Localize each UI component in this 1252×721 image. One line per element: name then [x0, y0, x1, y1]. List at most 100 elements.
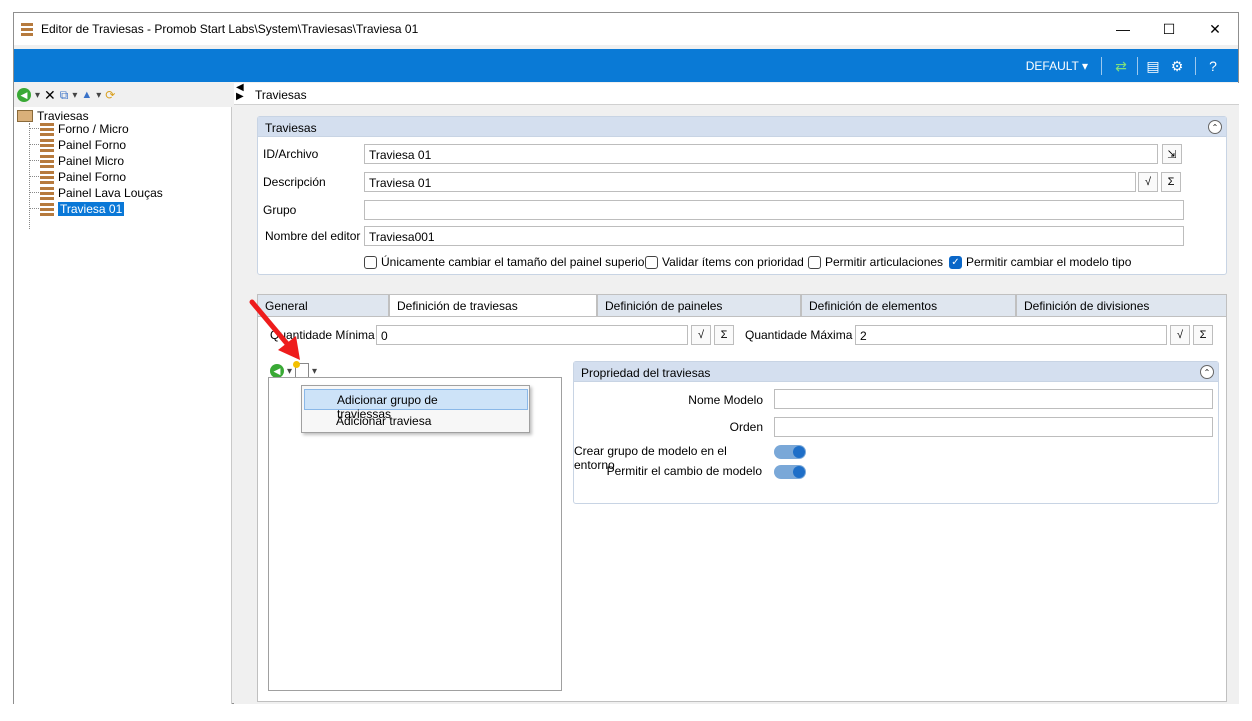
- maximize-button[interactable]: ☐: [1146, 13, 1192, 45]
- propriedad-group: Propriedad del traviesas ⌃ Nome Modelo O…: [573, 361, 1219, 504]
- pick-file-icon[interactable]: ⇲: [1162, 144, 1182, 164]
- tab-content: Quantidade Mínima 0 √ Σ Quantidade Máxim…: [257, 316, 1227, 702]
- copy-icon[interactable]: ⧉: [60, 88, 69, 103]
- collapse-up-icon[interactable]: ⌃: [1208, 120, 1222, 134]
- formula-icon[interactable]: √: [691, 325, 711, 345]
- toolbar-separator: [1101, 57, 1102, 75]
- back-icon[interactable]: ◀: [270, 364, 284, 378]
- back-icon[interactable]: ◀: [17, 88, 31, 102]
- group-title: Propriedad del traviesas: [581, 366, 711, 380]
- formula-icon[interactable]: √: [1138, 172, 1158, 192]
- tree-item[interactable]: Painel Forno: [40, 169, 126, 185]
- checkbox-box[interactable]: [364, 255, 377, 269]
- tree-item-label: Forno / Micro: [58, 122, 129, 136]
- grupo-input[interactable]: [364, 200, 1184, 220]
- checkbox-resize-upper[interactable]: Únicamente cambiar el tamaño del painel …: [364, 255, 648, 269]
- dropdown-arrow-icon[interactable]: ▾: [287, 366, 292, 377]
- group-title: Traviesas: [265, 121, 317, 135]
- crear-grupo-toggle[interactable]: [774, 445, 806, 459]
- traviesa-app-icon: [21, 22, 33, 36]
- permitir-cambio-toggle[interactable]: [774, 465, 806, 479]
- nombre-editor-input[interactable]: Traviesa001: [364, 226, 1184, 246]
- delete-icon[interactable]: ✕: [44, 87, 56, 104]
- checkbox-label: Validar ítems con prioridad: [662, 255, 804, 269]
- folder-refresh-icon[interactable]: ⟳: [105, 88, 115, 102]
- tree-item[interactable]: Painel Micro: [40, 153, 124, 169]
- dropdown-arrow-icon[interactable]: ▾: [96, 90, 101, 101]
- group-header: Traviesas ⌃: [258, 117, 1226, 137]
- traviesa-icon: [40, 138, 54, 152]
- tree-panel: ◀ ▾ ✕ ⧉ ▾ ▲ ▾ ⟳ Traviesas Forno / Micro: [14, 83, 232, 704]
- traviesa-icon: [40, 170, 54, 184]
- panel-header: ◀ ▶ Traviesas: [234, 83, 1239, 105]
- checkbox-label: Permitir articulaciones: [825, 255, 944, 269]
- tree-item-selected[interactable]: Traviesa 01: [40, 201, 125, 217]
- collapse-up-icon[interactable]: ⌃: [1200, 365, 1214, 379]
- refresh-icon[interactable]: ⇄: [1112, 57, 1130, 75]
- dropdown-arrow-icon[interactable]: ▾: [312, 366, 317, 377]
- orden-input[interactable]: [774, 417, 1213, 437]
- tree-toolbar: ◀ ▾ ✕ ⧉ ▾ ▲ ▾ ⟳: [14, 83, 232, 107]
- grupo-label: Grupo: [263, 203, 297, 217]
- tree-item-label: Painel Micro: [58, 154, 125, 168]
- checkbox-articulations[interactable]: Permitir articulaciones: [808, 255, 943, 269]
- close-button[interactable]: ✕: [1192, 13, 1238, 45]
- tree-connector: [29, 144, 39, 145]
- tree-connector: [29, 192, 39, 193]
- minimize-button[interactable]: —: [1100, 13, 1146, 45]
- menu-add-group[interactable]: Adicionar grupo de traviessas: [304, 389, 528, 421]
- tree-item-label: Traviesa 01: [58, 202, 125, 216]
- checkbox-box[interactable]: [808, 255, 821, 269]
- properties-panel: ◀ ▶ Traviesas Traviesas ⌃ ID/Archivo Trav…: [234, 83, 1239, 704]
- checkbox-label: Únicamente cambiar el tamaño del painel …: [381, 255, 649, 269]
- folder-icon: [17, 110, 33, 122]
- tab-definicion-paineles[interactable]: Definición de paineles: [597, 294, 801, 316]
- sigma-icon[interactable]: Σ: [1161, 172, 1181, 192]
- collapse-panel-icon[interactable]: ◀ ▶: [236, 83, 244, 102]
- tree-item-label: Painel Lava Louças: [58, 186, 163, 200]
- tree-item[interactable]: Painel Lava Louças: [40, 185, 163, 201]
- toolbar-separator: [1195, 57, 1196, 75]
- checkbox-change-model[interactable]: ✓ Permitir cambiar el modelo tipo: [949, 255, 1131, 269]
- move-up-icon[interactable]: ▲: [81, 89, 92, 101]
- tree-connector: [29, 208, 39, 209]
- panel-icon[interactable]: ▤: [1144, 57, 1162, 75]
- checkbox-box[interactable]: [645, 255, 658, 269]
- profile-dropdown[interactable]: DEFAULT ▾: [1026, 59, 1088, 73]
- quantidade-maxima-label: Quantidade Máxima: [745, 328, 853, 342]
- descripcion-label: Descripción: [263, 175, 326, 189]
- tree-item-label: Painel Forno: [58, 138, 127, 152]
- tab-definicion-traviesas[interactable]: Definición de traviesas: [389, 294, 597, 317]
- formula-icon[interactable]: √: [1170, 325, 1190, 345]
- tab-definicion-divisiones[interactable]: Definición de divisiones: [1016, 294, 1227, 316]
- quantidade-minima-input[interactable]: 0: [376, 325, 688, 345]
- menu-add-traviesa[interactable]: Adicionar traviesa: [304, 411, 528, 432]
- tab-strip: General Definición de traviesas Definici…: [257, 294, 1239, 317]
- checkbox-checked-icon[interactable]: ✓: [949, 255, 962, 269]
- title-bar: Editor de Traviesas - Promob Start Labs\…: [14, 13, 1238, 45]
- group-header: Propriedad del traviesas ⌃: [574, 362, 1218, 382]
- tree-item[interactable]: Forno / Micro: [40, 121, 129, 137]
- sigma-icon[interactable]: Σ: [714, 325, 734, 345]
- traviesas-group: Traviesas ⌃ ID/Archivo Traviesa 01 ⇲ Des…: [257, 116, 1227, 275]
- descripcion-input[interactable]: Traviesa 01: [364, 172, 1136, 192]
- checkbox-validate-priority[interactable]: Validar ítems con prioridad: [645, 255, 804, 269]
- sigma-icon[interactable]: Σ: [1193, 325, 1213, 345]
- quantidade-maxima-input[interactable]: 2: [855, 325, 1167, 345]
- dropdown-arrow-icon[interactable]: ▾: [35, 90, 40, 101]
- toolbar-separator: [1137, 57, 1138, 75]
- tab-definicion-elementos[interactable]: Definición de elementos: [801, 294, 1016, 316]
- dropdown-arrow-icon[interactable]: ▾: [72, 90, 77, 101]
- id-archivo-input[interactable]: Traviesa 01: [364, 144, 1158, 164]
- help-icon[interactable]: ?: [1204, 57, 1222, 75]
- nome-modelo-input[interactable]: [774, 389, 1213, 409]
- traviesa-icon: [40, 122, 54, 136]
- panel-header-title: Traviesas: [255, 88, 307, 102]
- checkbox-label: Permitir cambiar el modelo tipo: [966, 255, 1132, 269]
- nome-modelo-label: Nome Modelo: [688, 393, 763, 407]
- editor-window: Editor de Traviesas - Promob Start Labs\…: [13, 12, 1239, 704]
- settings-icon[interactable]: ⚙: [1168, 57, 1186, 75]
- traviesa-icon: [40, 154, 54, 168]
- tree-item[interactable]: Painel Forno: [40, 137, 126, 153]
- tree-connector: [29, 128, 39, 129]
